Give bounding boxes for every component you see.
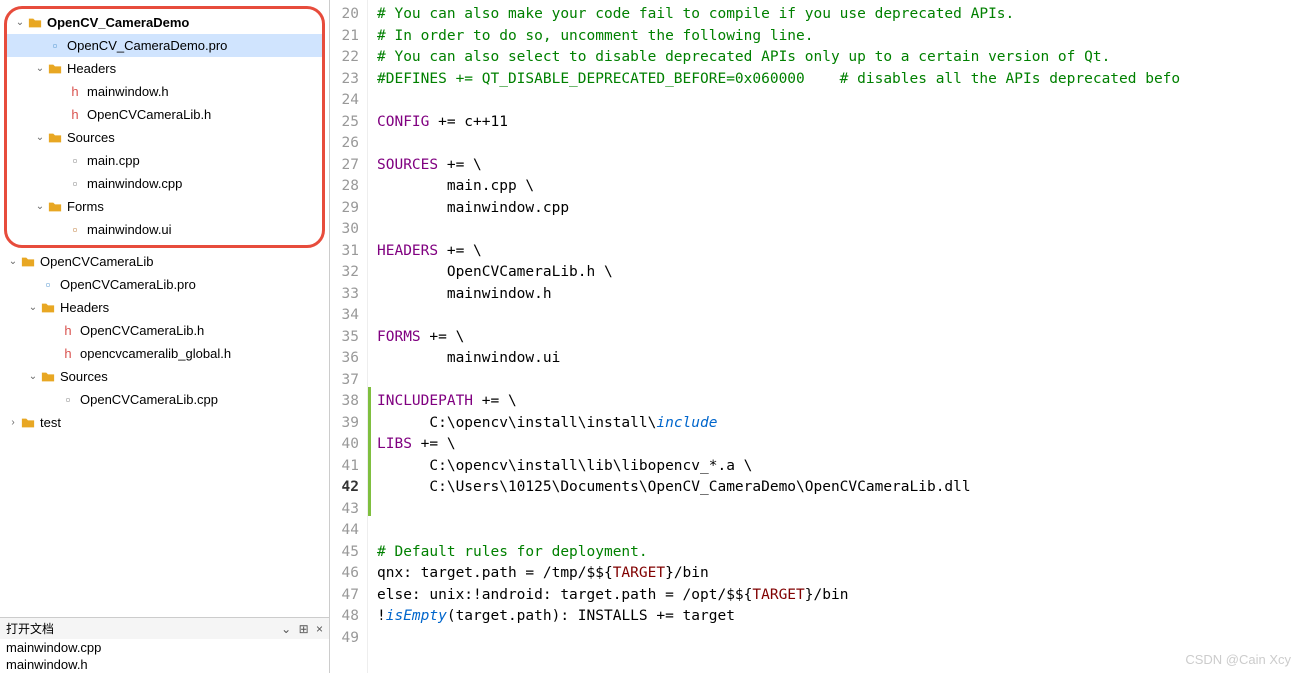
ui-file-icon: ▫ [67, 222, 83, 238]
pro-file-icon: ▫ [47, 38, 63, 54]
folder-icon [47, 61, 63, 77]
open-doc-item[interactable]: mainwindow.h [0, 656, 329, 673]
file-label: main.cpp [87, 153, 140, 168]
file-item[interactable]: h OpenCVCameraLib.h [0, 319, 329, 342]
cpp-file-icon: ▫ [67, 176, 83, 192]
folder-label: Headers [60, 300, 109, 315]
sources-folder[interactable]: ⌄ Sources [0, 365, 329, 388]
open-doc-item[interactable]: mainwindow.cpp [0, 639, 329, 656]
folder-label: Sources [67, 130, 115, 145]
line-numbers: 2021222324252627282930313233343536373839… [330, 0, 368, 673]
folder-icon [27, 15, 43, 31]
dropdown-icon[interactable]: ⌄ [281, 622, 291, 636]
folder-icon [20, 415, 36, 431]
folder-label: Forms [67, 199, 104, 214]
file-label: mainwindow.h [87, 84, 169, 99]
cpp-file-icon: ▫ [67, 153, 83, 169]
open-docs-title: 打开文档 [6, 620, 54, 637]
file-label: OpenCV_CameraDemo.pro [67, 38, 227, 53]
open-documents-panel: 打开文档 ⌄ ⊞ × mainwindow.cpp mainwindow.h [0, 617, 329, 673]
header-file-icon: h [60, 346, 76, 362]
project-tree[interactable]: ⌄ OpenCV_CameraDemo ▫ OpenCV_CameraDemo.… [0, 0, 329, 617]
folder-icon [47, 199, 63, 215]
project-root[interactable]: ⌄ OpenCV_CameraDemo [7, 11, 322, 34]
file-item[interactable]: ▫ mainwindow.ui [7, 218, 322, 241]
file-label: opencvcameralib_global.h [80, 346, 231, 361]
chevron-right-icon[interactable]: › [6, 416, 20, 430]
file-label: OpenCVCameraLib.cpp [80, 392, 218, 407]
close-icon[interactable]: × [316, 622, 323, 636]
folder-icon [40, 369, 56, 385]
chevron-down-icon[interactable]: ⌄ [26, 301, 40, 315]
forms-folder[interactable]: ⌄ Forms [7, 195, 322, 218]
header-file-icon: h [67, 107, 83, 123]
file-item[interactable]: h OpenCVCameraLib.h [7, 103, 322, 126]
file-item[interactable]: ▫ main.cpp [7, 149, 322, 172]
chevron-down-icon[interactable]: ⌄ [33, 131, 47, 145]
headers-folder[interactable]: ⌄ Headers [7, 57, 322, 80]
split-icon[interactable]: ⊞ [299, 622, 309, 636]
watermark: CSDN @Cain Xcy [1185, 652, 1291, 667]
chevron-down-icon[interactable]: ⌄ [6, 255, 20, 269]
cpp-file-icon: ▫ [60, 392, 76, 408]
pro-file[interactable]: ▫ OpenCV_CameraDemo.pro [7, 34, 322, 57]
project-name: OpenCVCameraLib [40, 254, 153, 269]
code-editor[interactable]: 2021222324252627282930313233343536373839… [330, 0, 1301, 673]
folder-label: Headers [67, 61, 116, 76]
file-item[interactable]: h mainwindow.h [7, 80, 322, 103]
file-item[interactable]: ▫ OpenCVCameraLib.cpp [0, 388, 329, 411]
project-name: OpenCV_CameraDemo [47, 15, 189, 30]
highlighted-project: ⌄ OpenCV_CameraDemo ▫ OpenCV_CameraDemo.… [4, 6, 325, 248]
chevron-down-icon[interactable]: ⌄ [33, 62, 47, 76]
folder-icon [47, 130, 63, 146]
sources-folder[interactable]: ⌄ Sources [7, 126, 322, 149]
header-file-icon: h [67, 84, 83, 100]
file-item[interactable]: ▫ mainwindow.cpp [7, 172, 322, 195]
open-docs-list: mainwindow.cpp mainwindow.h [0, 639, 329, 673]
folder-label: Sources [60, 369, 108, 384]
pro-file-icon: ▫ [40, 277, 56, 293]
header-file-icon: h [60, 323, 76, 339]
chevron-down-icon[interactable]: ⌄ [13, 16, 27, 30]
project-root[interactable]: › test [0, 411, 329, 434]
file-label: OpenCVCameraLib.pro [60, 277, 196, 292]
folder-icon [40, 300, 56, 316]
file-label: OpenCVCameraLib.h [80, 323, 204, 338]
file-label: mainwindow.ui [87, 222, 172, 237]
folder-icon [20, 254, 36, 270]
open-docs-header: 打开文档 ⌄ ⊞ × [0, 618, 329, 639]
chevron-down-icon[interactable]: ⌄ [33, 200, 47, 214]
project-root[interactable]: ⌄ OpenCVCameraLib [0, 250, 329, 273]
project-name: test [40, 415, 61, 430]
file-label: mainwindow.cpp [87, 176, 182, 191]
file-item[interactable]: h opencvcameralib_global.h [0, 342, 329, 365]
pro-file[interactable]: ▫ OpenCVCameraLib.pro [0, 273, 329, 296]
file-label: OpenCVCameraLib.h [87, 107, 211, 122]
headers-folder[interactable]: ⌄ Headers [0, 296, 329, 319]
project-sidebar: ⌄ OpenCV_CameraDemo ▫ OpenCV_CameraDemo.… [0, 0, 330, 673]
chevron-down-icon[interactable]: ⌄ [26, 370, 40, 384]
code-content[interactable]: # You can also make your code fail to co… [371, 0, 1301, 673]
